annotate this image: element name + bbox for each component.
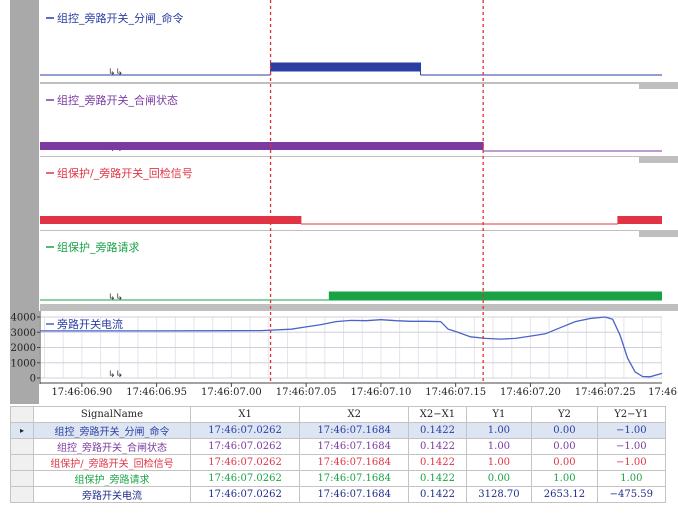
value-cell: 1.00 [465,422,533,439]
row-pointer-icon[interactable]: ▸ [10,422,34,439]
table-row[interactable]: 旁路开关电流 17:46:07.0262 17:46:07.1684 0.1422 31… [10,486,667,503]
x-tick-label: 17:46:07.25 [575,387,636,398]
value-cell: 3128.70 [465,486,533,503]
x-tick-label: 17:46:06.95 [126,387,187,398]
series-label: 组控_旁路开关_分闸_命令 [57,11,184,25]
value-cell: 0.00 [531,438,598,455]
marker-arrows-icon[interactable]: ↳↳ [108,370,123,380]
table-corner [10,406,34,423]
value-cell: 17:46:07.1684 [299,486,410,503]
marker-arrows-icon[interactable]: ↳↳ [108,68,123,78]
column-header[interactable]: Y1 [465,406,533,423]
row-header[interactable] [10,470,34,487]
x-tick-label: 17:46:07.10 [350,387,411,398]
value-cell: 17:46:07.1684 [299,470,410,487]
signal-high-segment [40,216,301,224]
value-cell: −1.00 [596,422,667,439]
value-cell: 0.1422 [408,470,467,487]
y-tick-label: 2000 [11,343,36,354]
digital-panel: 组控_旁路开关_分闸_命令 ↳↳ [40,2,678,89]
value-cell: 2653.12 [531,486,598,503]
table-row[interactable]: 组保护/_旁路开关_回检信号 17:46:07.0262 17:46:07.1684… [10,454,667,471]
signal-value-table: SignalName X1 X2 X2−X1 Y1 Y2 Y2−Y1 ▸ 组控_旁… [10,406,667,503]
value-cell: −475.59 [596,486,667,503]
column-header[interactable]: X2−X1 [408,406,467,423]
value-cell: 17:46:07.0262 [189,454,301,471]
signal-high-segment [270,62,421,72]
digital-panel: 组保护/_旁路开关_回检信号↳↳ [40,157,678,237]
signal-name-cell: 旁路开关电流 [33,486,191,503]
series-label: 组保护_旁路请求 [57,240,140,254]
y-tick-label: 1000 [11,358,36,369]
signal-name-cell: 组控_旁路开关_合闸状态 [33,438,191,455]
signal-name-cell: 组保护/_旁路开关_回检信号 [33,454,191,471]
table-row[interactable]: 组控_旁路开关_合闸状态 17:46:07.0262 17:46:07.1684 0.… [10,438,667,455]
value-cell: 17:46:07.0262 [189,422,301,439]
x-tick-label: 17:46:06.90 [51,387,112,398]
column-header[interactable]: Y2 [531,406,598,423]
row-header[interactable] [10,454,34,471]
panel-separator [40,304,678,311]
waveform-chart: 组控_旁路开关_分闸_命令↳↳组控_旁路开关_合闸状态↳↳组保护/_旁路开关_回… [10,0,678,404]
digital-panels: 组控_旁路开关_分闸_命令↳↳组控_旁路开关_合闸状态↳↳组保护/_旁路开关_回… [40,2,678,311]
value-cell: 1.00 [465,454,533,471]
row-header[interactable] [10,438,34,455]
column-header[interactable]: X1 [189,406,301,423]
column-header[interactable]: X2 [299,406,410,423]
value-cell: 0.00 [531,422,598,439]
row-header[interactable] [10,486,34,503]
x-tick-label: 17:46 [648,387,677,398]
x-tick-label: 17:46:07.20 [500,387,561,398]
signal-high-segment [617,216,662,224]
column-header[interactable]: Y2−Y1 [596,406,667,423]
value-cell: 0.1422 [408,454,467,471]
value-cell: 1.00 [596,470,667,487]
value-cell: 0.1422 [408,486,467,503]
x-tick-label: 17:46:07.00 [201,387,262,398]
y-tick-label: 3000 [11,328,36,339]
signal-high-segment [40,142,484,150]
series-label: 旁路开关电流 [57,317,123,331]
value-cell: 0.00 [531,454,598,471]
x-tick-label: 17:46:07.05 [276,387,337,398]
time-axis: 17:46:06.90 17:46:06.95 17:46:07.00 17:46:0… [40,382,677,398]
signal-name-cell: 组保护_旁路请求 [33,470,191,487]
digital-panel: 组保护_旁路请求 ↳↳ [40,231,678,311]
value-cell: 17:46:07.0262 [189,486,301,503]
signal-name-cell: 组控_旁路开关_分闸_命令 [33,422,191,439]
table-row[interactable]: 组保护_旁路请求 17:46:07.0262 17:46:07.1684 0.1422… [10,470,667,487]
series-label: 组控_旁路开关_合闸状态 [57,93,178,107]
value-cell: 17:46:07.1684 [299,454,410,471]
y-tick-label: 0 [30,374,36,385]
column-header[interactable]: SignalName [33,406,191,423]
value-cell: 17:46:07.0262 [189,438,301,455]
analog-panel: 0 1000 2000 3000 4000 旁路开关电流 ↳↳ [11,311,663,385]
series-label: 组保护/_旁路开关_回检信号 [57,166,193,180]
digital-panel: 组控_旁路开关_合闸状态↳↳ [40,84,678,163]
value-cell: 0.00 [465,470,533,487]
value-cell: 17:46:07.1684 [299,422,410,439]
value-cell: −1.00 [596,438,667,455]
value-cell: 1.00 [465,438,533,455]
table-header-row: SignalName X1 X2 X2−X1 Y1 Y2 Y2−Y1 [10,406,667,423]
signal-high-segment [329,291,662,301]
y-tick-label: 4000 [11,313,36,324]
value-cell: 0.1422 [408,422,467,439]
value-cell: −1.00 [596,454,667,471]
marker-arrows-icon[interactable]: ↳↳ [108,293,123,303]
value-cell: 17:46:07.0262 [189,470,301,487]
value-cell: 1.00 [531,470,598,487]
signal-value-table-panel: SignalName X1 X2 X2−X1 Y1 Y2 Y2−Y1 ▸ 组控_旁… [0,404,678,513]
table-row[interactable]: ▸ 组控_旁路开关_分闸_命令 17:46:07.0262 17:46:07.1684… [10,422,667,439]
value-cell: 17:46:07.1684 [299,438,410,455]
value-cell: 0.1422 [408,438,467,455]
x-tick-label: 17:46:07.15 [425,387,486,398]
